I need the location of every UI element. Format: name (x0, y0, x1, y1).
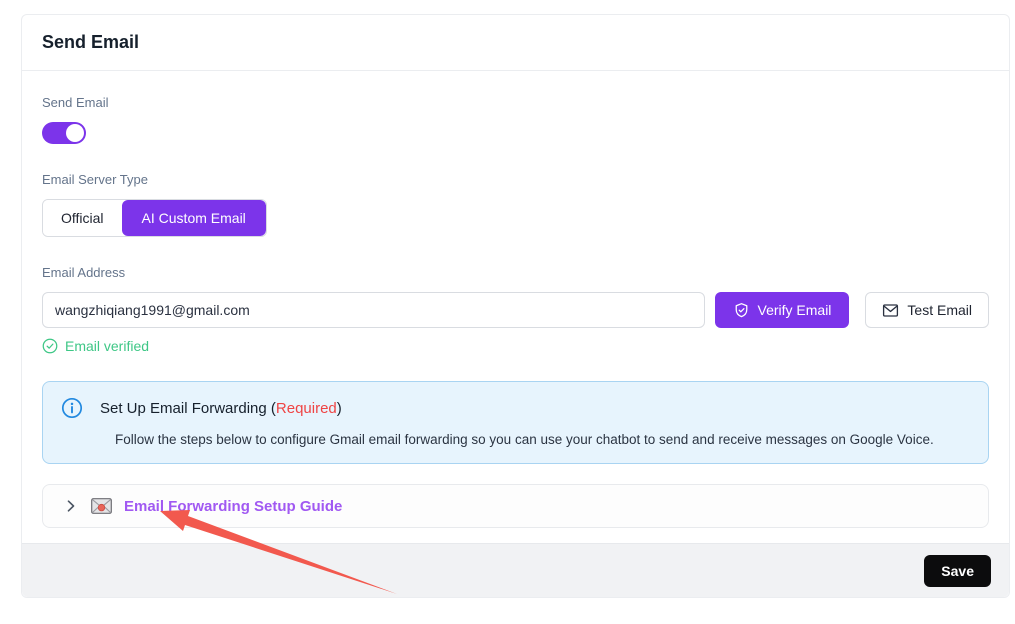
send-email-card: Send Email Send Email Email Server Type … (21, 14, 1010, 598)
server-type-label: Email Server Type (42, 172, 989, 187)
send-email-toggle-label: Send Email (42, 95, 989, 110)
chevron-right-icon[interactable] (63, 498, 79, 514)
email-address-input[interactable] (42, 292, 705, 328)
server-type-segmented-control: Official AI Custom Email (42, 199, 267, 237)
info-icon (61, 397, 83, 419)
envelope-icon (882, 302, 899, 319)
page-title: Send Email (42, 32, 139, 53)
email-verified-status: Email verified (42, 338, 989, 354)
email-forwarding-guide-row[interactable]: Email Forwarding Setup Guide (42, 484, 989, 528)
server-type-option-official[interactable]: Official (43, 200, 122, 236)
email-forwarding-alert: Set Up Email Forwarding (Required) Follo… (42, 381, 989, 464)
alert-header: Set Up Email Forwarding (Required) (61, 397, 970, 419)
email-verified-text: Email verified (65, 338, 149, 354)
save-button[interactable]: Save (924, 555, 991, 587)
sealed-envelope-icon (91, 498, 112, 514)
verify-email-button[interactable]: Verify Email (715, 292, 850, 328)
test-email-button[interactable]: Test Email (865, 292, 989, 328)
card-header: Send Email (22, 15, 1009, 71)
check-circle-icon (42, 338, 58, 354)
server-type-option-ai-custom[interactable]: AI Custom Email (122, 200, 266, 236)
shield-check-icon (733, 302, 750, 319)
email-row: Verify Email Test Email (42, 292, 989, 328)
send-email-toggle[interactable] (42, 122, 86, 144)
card-body: Send Email Email Server Type Official AI… (22, 71, 1009, 528)
alert-body-text: Follow the steps below to configure Gmai… (115, 432, 970, 447)
required-badge: Required (276, 400, 337, 417)
send-email-page: Send Email Send Email Email Server Type … (0, 0, 1015, 624)
test-email-label: Test Email (907, 302, 972, 318)
alert-title: Set Up Email Forwarding (Required) (100, 400, 342, 417)
toggle-knob (66, 124, 84, 142)
guide-title[interactable]: Email Forwarding Setup Guide (124, 498, 342, 515)
verify-email-label: Verify Email (758, 302, 832, 318)
card-footer: Save (22, 543, 1009, 597)
email-address-label: Email Address (42, 265, 989, 280)
